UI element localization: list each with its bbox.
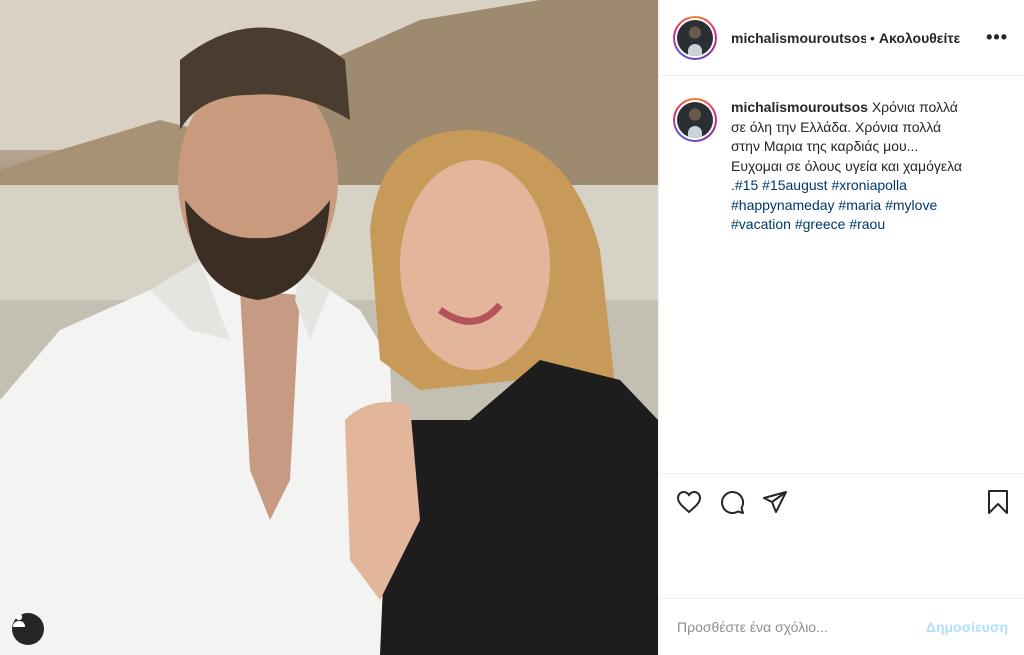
post-side-panel: michalismouroutsos • Ακολουθείτε ••• mic…	[658, 0, 1024, 655]
post-photo[interactable]	[0, 0, 658, 655]
comment-button[interactable]	[718, 488, 746, 516]
tagged-users-button[interactable]	[12, 613, 44, 645]
comment-icon	[721, 490, 745, 514]
post-comment-button[interactable]: Δημοσίευση	[926, 619, 1008, 635]
avatar-image	[677, 19, 713, 56]
person-icon	[13, 613, 25, 627]
avatar-image	[677, 102, 713, 138]
hashtag-link[interactable]: #raou	[849, 216, 885, 232]
caption-text: michalismouroutsos Χρόνια πολλά σε όλη τ…	[731, 98, 973, 235]
hashtag-link[interactable]: #mylove	[885, 197, 937, 213]
caption-username[interactable]: michalismouroutsos	[731, 99, 868, 115]
hashtag-link[interactable]: #vacation	[731, 216, 791, 232]
following-button[interactable]: Ακολουθείτε	[879, 30, 960, 46]
caption-area: michalismouroutsos Χρόνια πολλά σε όλη τ…	[659, 76, 1024, 472]
like-button[interactable]	[675, 488, 703, 516]
hashtag-link[interactable]: #15august	[762, 177, 827, 193]
save-button[interactable]	[984, 488, 1012, 516]
hashtag-link[interactable]: #xroniapolla	[831, 177, 907, 193]
caption-avatar[interactable]	[673, 98, 717, 142]
heart-icon	[676, 490, 702, 513]
profile-avatar[interactable]	[673, 15, 717, 60]
hashtag-link[interactable]: #greece	[795, 216, 846, 232]
paper-plane-icon	[763, 490, 787, 513]
hashtag-link[interactable]: #maria	[838, 197, 881, 213]
hashtag-link[interactable]: #happynameday	[731, 197, 835, 213]
post-actions	[659, 473, 1024, 529]
post-header: michalismouroutsos • Ακολουθείτε •••	[659, 0, 1024, 76]
hashtag-link[interactable]: #15	[735, 177, 758, 193]
bookmark-icon	[988, 489, 1008, 514]
share-button[interactable]	[761, 488, 789, 516]
comment-input[interactable]	[677, 619, 926, 635]
photo-illustration	[0, 0, 658, 655]
comment-bar: Δημοσίευση	[659, 598, 1024, 655]
more-options-button[interactable]: •••	[986, 27, 1008, 48]
header-username[interactable]: michalismouroutsos	[731, 30, 866, 46]
header-separator: •	[870, 29, 875, 46]
